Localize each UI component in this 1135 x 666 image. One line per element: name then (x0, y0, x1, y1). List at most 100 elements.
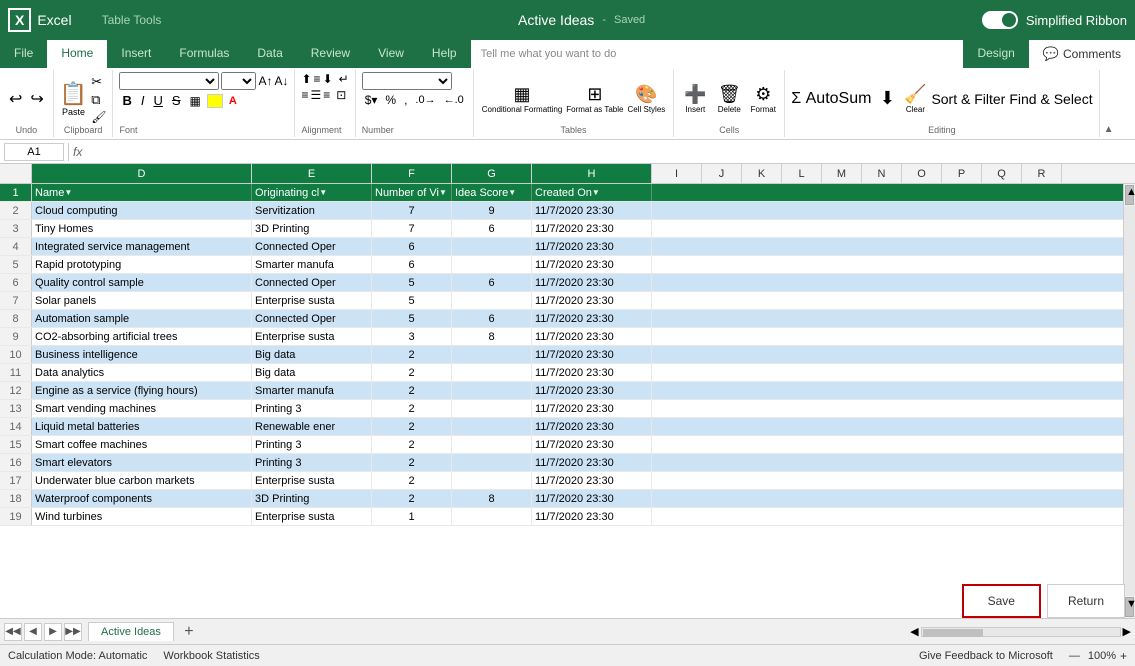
cell-name[interactable]: Waterproof components (32, 490, 252, 507)
cell-created[interactable]: 11/7/2020 23:30 (532, 508, 652, 525)
header-name[interactable]: Name ▼ (32, 184, 252, 201)
cell-created[interactable]: 11/7/2020 23:30 (532, 364, 652, 381)
cell-score[interactable] (452, 454, 532, 471)
cell-created[interactable]: 11/7/2020 23:30 (532, 436, 652, 453)
cell-originating[interactable]: Enterprise susta (252, 472, 372, 489)
table-row[interactable]: 13 Smart vending machines Printing 3 2 1… (0, 400, 1123, 418)
cell-originating[interactable]: Enterprise susta (252, 328, 372, 345)
cell-name[interactable]: Solar panels (32, 292, 252, 309)
currency-button[interactable]: $▾ (362, 92, 381, 108)
align-left-button[interactable]: ≡ (301, 88, 308, 102)
align-center-button[interactable]: ☰ (311, 88, 322, 102)
strikethrough-button[interactable]: S (169, 92, 184, 109)
cell-score[interactable] (452, 256, 532, 273)
table-row[interactable]: 7 Solar panels Enterprise susta 5 11/7/2… (0, 292, 1123, 310)
table-row[interactable]: 17 Underwater blue carbon markets Enterp… (0, 472, 1123, 490)
table-row[interactable]: 16 Smart elevators Printing 3 2 11/7/202… (0, 454, 1123, 472)
header-votes[interactable]: Number of Vi▼ (372, 184, 452, 201)
cell-name[interactable]: Data analytics (32, 364, 252, 381)
table-row[interactable]: 9 CO2-absorbing artificial trees Enterpr… (0, 328, 1123, 346)
tab-file[interactable]: File (0, 40, 47, 68)
cell-votes[interactable]: 6 (372, 256, 452, 273)
cell-name[interactable]: CO2-absorbing artificial trees (32, 328, 252, 345)
cell-score[interactable] (452, 382, 532, 399)
paste-button[interactable]: 📋 Paste (60, 81, 87, 117)
cell-score[interactable] (452, 472, 532, 489)
italic-button[interactable]: I (138, 92, 148, 109)
align-bottom-button[interactable]: ⬇ (323, 72, 333, 86)
font-family-select[interactable] (119, 72, 219, 90)
cell-score[interactable]: 8 (452, 328, 532, 345)
cell-name[interactable]: Automation sample (32, 310, 252, 327)
cell-name[interactable]: Engine as a service (flying hours) (32, 382, 252, 399)
cell-votes[interactable]: 2 (372, 364, 452, 381)
scrollbar-down[interactable]: ▼ (1125, 597, 1134, 617)
cell-originating[interactable]: Connected Oper (252, 274, 372, 291)
cell-reference-input[interactable] (4, 143, 64, 161)
cell-name[interactable]: Integrated service management (32, 238, 252, 255)
cell-score[interactable]: 9 (452, 202, 532, 219)
redo-button[interactable]: ↪ (27, 86, 46, 112)
comments-button[interactable]: 💬 Comments (1029, 40, 1135, 68)
cell-score[interactable] (452, 346, 532, 363)
font-color-button[interactable]: A (226, 94, 240, 108)
table-row[interactable]: 11 Data analytics Big data 2 11/7/2020 2… (0, 364, 1123, 382)
tab-home[interactable]: Home (47, 40, 107, 68)
cell-votes[interactable]: 5 (372, 292, 452, 309)
tab-data[interactable]: Data (243, 40, 296, 68)
insert-button[interactable]: ➕ Insert (680, 84, 710, 114)
cell-created[interactable]: 11/7/2020 23:30 (532, 490, 652, 507)
font-size-select[interactable] (221, 72, 256, 90)
cell-created[interactable]: 11/7/2020 23:30 (532, 220, 652, 237)
cell-originating[interactable]: Connected Oper (252, 310, 372, 327)
cell-name[interactable]: Cloud computing (32, 202, 252, 219)
tab-insert[interactable]: Insert (107, 40, 165, 68)
cell-score[interactable] (452, 436, 532, 453)
wrap-text-button[interactable]: ↵ (339, 72, 349, 86)
format-painter-button[interactable]: 🖌 (91, 110, 106, 124)
cell-votes[interactable]: 6 (372, 238, 452, 255)
align-middle-button[interactable]: ≡ (314, 72, 321, 86)
scrollbar-track[interactable] (1124, 206, 1135, 596)
autosum-button[interactable]: Σ AutoSum (791, 90, 871, 108)
table-row[interactable]: 2 Cloud computing Servitization 7 9 11/7… (0, 202, 1123, 220)
cell-name[interactable]: Tiny Homes (32, 220, 252, 237)
cell-votes[interactable]: 2 (372, 382, 452, 399)
cell-votes[interactable]: 2 (372, 418, 452, 435)
header-originating[interactable]: Originating cl▼ (252, 184, 372, 201)
cell-votes[interactable]: 3 (372, 328, 452, 345)
workbook-stats-link[interactable]: Workbook Statistics (163, 650, 259, 662)
cell-originating[interactable]: Connected Oper (252, 238, 372, 255)
cell-created[interactable]: 11/7/2020 23:30 (532, 202, 652, 219)
cell-originating[interactable]: Printing 3 (252, 454, 372, 471)
cell-name[interactable]: Underwater blue carbon markets (32, 472, 252, 489)
horizontal-scrollbar-thumb[interactable] (923, 629, 983, 637)
table-row[interactable]: 8 Automation sample Connected Oper 5 6 1… (0, 310, 1123, 328)
cell-originating[interactable]: Smarter manufa (252, 382, 372, 399)
header-created-on[interactable]: Created On▼ (532, 184, 652, 201)
cell-votes[interactable]: 7 (372, 202, 452, 219)
cell-originating[interactable]: Smarter manufa (252, 256, 372, 273)
cell-score[interactable]: 8 (452, 490, 532, 507)
cell-originating[interactable]: 3D Printing (252, 490, 372, 507)
undo-button[interactable]: ↩ (6, 86, 25, 112)
table-row[interactable]: 6 Quality control sample Connected Oper … (0, 274, 1123, 292)
cell-created[interactable]: 11/7/2020 23:30 (532, 292, 652, 309)
cell-originating[interactable]: Servitization (252, 202, 372, 219)
format-button[interactable]: ⚙ Format (748, 84, 778, 114)
zoom-in-button[interactable]: + (1120, 649, 1127, 663)
save-button[interactable]: Save (962, 584, 1041, 618)
find-select-button[interactable]: Find & Select (1009, 91, 1092, 107)
percent-button[interactable]: % (382, 92, 399, 108)
cell-score[interactable] (452, 508, 532, 525)
cell-created[interactable]: 11/7/2020 23:30 (532, 454, 652, 471)
fill-color-button[interactable] (207, 94, 223, 108)
cell-originating[interactable]: Printing 3 (252, 400, 372, 417)
tab-view[interactable]: View (364, 40, 418, 68)
font-shrink-button[interactable]: A↓ (274, 74, 288, 88)
header-idea-score[interactable]: Idea Score▼ (452, 184, 532, 201)
cell-score[interactable]: 6 (452, 310, 532, 327)
cell-score[interactable] (452, 364, 532, 381)
conditional-formatting-button[interactable]: ▦ Conditional Formatting (482, 84, 562, 114)
number-format-select[interactable] (362, 72, 452, 90)
